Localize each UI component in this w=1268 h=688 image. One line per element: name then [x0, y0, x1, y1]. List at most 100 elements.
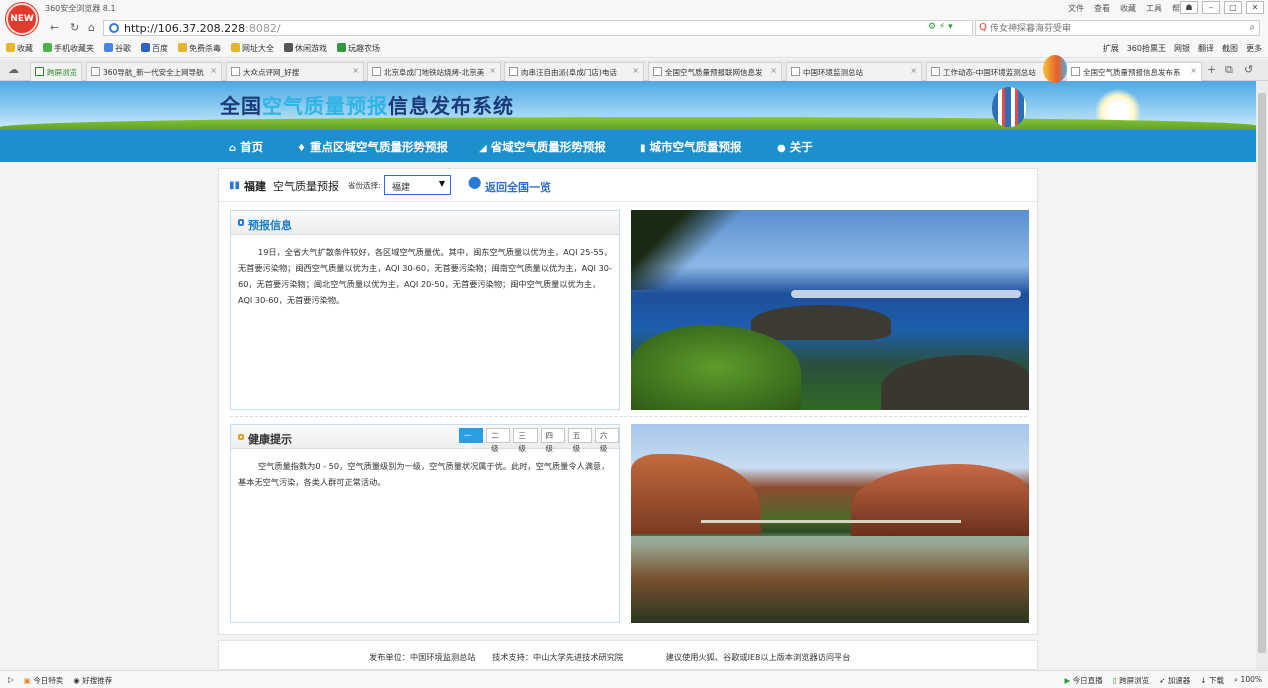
home-icon[interactable]: ⌂ [88, 21, 95, 34]
province-subtitle: 空气质量预报 [273, 180, 339, 193]
tab-close-icon[interactable]: × [210, 66, 217, 75]
map-pin-icon: ⬤ [468, 175, 482, 189]
back-arrow-icon[interactable]: ← [50, 21, 59, 34]
bookmark-mobile[interactable]: 手机收藏夹 [43, 43, 94, 54]
province-select-label: 省份选择: [348, 181, 381, 190]
phone-icon [43, 43, 52, 52]
minimize-icon[interactable]: – [1202, 1, 1220, 14]
sidebar-toggle-icon[interactable]: ▷ [8, 675, 14, 686]
app-title: 360安全浏览器 8.1 [45, 4, 116, 13]
tab-close-icon[interactable]: × [352, 66, 359, 75]
tab-close-icon[interactable]: × [632, 66, 639, 75]
bookmark-baidu[interactable]: 百度 [141, 43, 168, 54]
tab-close-icon[interactable]: × [489, 66, 496, 75]
home-icon: ⌂ [229, 143, 237, 154]
tab-favicon [653, 67, 662, 76]
menu-file[interactable]: 文件 [1068, 3, 1084, 14]
tab-close-icon[interactable]: × [1190, 66, 1197, 75]
security-lightning-icon[interactable]: ⚙ ⚡ ▾ [928, 22, 953, 32]
bookmark-sites[interactable]: 网址大全 [231, 43, 274, 54]
browser-logo[interactable]: NEW [6, 3, 38, 35]
level-tab-3[interactable]: 三级 [513, 428, 538, 453]
tab-list-icon[interactable]: ⧉ [1225, 63, 1233, 77]
tab-favicon [791, 67, 800, 76]
status-zoom[interactable]: ⌕ 100% [1234, 675, 1262, 686]
bar-chart-icon: ▮▮ [229, 180, 241, 191]
bookmark-antivirus[interactable]: 免费杀毒 [178, 43, 221, 54]
rocket-icon: ➶ [1159, 676, 1168, 685]
shield-icon [178, 43, 187, 52]
maximize-icon[interactable]: □ [1224, 1, 1242, 14]
back-to-national-link[interactable]: 返回全国一览 [485, 179, 551, 195]
level-tab-4[interactable]: 四级 [540, 428, 565, 453]
tab-cross-screen[interactable]: 跨屏浏览 [30, 62, 82, 81]
menu-view[interactable]: 查看 [1094, 3, 1110, 14]
status-bar: ▷ ▣ 今日特卖 ◉ 好搜推荐 ▶ 今日直播 ▯ 跨屏浏览 ➶ 加速器 ↓ 下载… [0, 670, 1268, 688]
skin-icon[interactable]: ☗ [1180, 1, 1198, 14]
level-tab-1[interactable]: 一级 [459, 428, 484, 453]
province-select-value: 福建 [392, 183, 411, 193]
scrollbar-thumb[interactable] [1258, 93, 1266, 653]
level-tab-5[interactable]: 五级 [567, 428, 592, 453]
tab-dianping[interactable]: 大众点评网_好搜 × [226, 62, 364, 81]
menu-tools[interactable]: 工具 [1146, 3, 1162, 14]
tool-extensions[interactable]: 扩展 [1103, 43, 1119, 54]
tab-cnemc-news[interactable]: 工作动态-中国环境监测总站× [926, 62, 1062, 81]
nav-provincial[interactable]: ◢ 省域空气质量形势预报 [479, 139, 606, 155]
health-text: 空气质量指数为0 - 50，空气质量级别为一级，空气质量状况属于优。此时，空气质… [238, 461, 610, 487]
close-icon[interactable]: ✕ [1246, 1, 1264, 14]
bookmark-favorites[interactable]: 收藏 [6, 43, 33, 54]
nav-key-regions[interactable]: ♦ 重点区域空气质量形势预报 [297, 139, 448, 155]
status-accelerator[interactable]: ➶ 加速器 [1159, 675, 1190, 686]
url-text[interactable]: http://106.37.208.228:8082/ [124, 22, 281, 35]
status-cross-screen[interactable]: ▯ 跨屏浏览 [1113, 675, 1150, 686]
tool-bank[interactable]: 网银 [1174, 43, 1190, 54]
tab-close-icon[interactable]: × [770, 66, 777, 75]
search-box[interactable]: Q ⌕ [975, 20, 1260, 36]
search-icon[interactable]: ⌕ [1249, 22, 1255, 33]
status-download[interactable]: ↓ 下载 [1200, 675, 1224, 686]
tab-aqi-network[interactable]: 全国空气质量预报联网信息发 × [648, 62, 782, 81]
status-recommend[interactable]: ◉ 好搜推荐 [73, 675, 112, 686]
small-balloon-graphic [1043, 55, 1067, 83]
new-tab-icon[interactable]: + [1207, 63, 1216, 76]
bookmark-farm[interactable]: 玩趣农场 [337, 43, 380, 54]
nav-about[interactable]: ● 关于 [777, 139, 813, 155]
tab-bar: ☁ 跨屏浏览 360导航_新一代安全上网导航 × 大众点评网_好搜 × 北京阜成门地… [0, 60, 1268, 82]
tab-aqi-system[interactable]: 全国空气质量预报信息发布系 × [1066, 62, 1202, 82]
info-icon: ● [777, 143, 786, 154]
section-divider [230, 416, 1027, 417]
tab-cnemc[interactable]: 中国环境监测总站 × [786, 62, 922, 81]
nav-city[interactable]: ▮ 城市空气质量预报 [640, 139, 742, 155]
tab-close-icon[interactable]: × [910, 66, 917, 75]
nav-home[interactable]: ⌂ 首页 [229, 139, 263, 155]
refresh-icon[interactable]: ↻ [70, 21, 79, 34]
tool-ticket[interactable]: 360抢票王 [1127, 43, 1166, 54]
bookmarks-left: 收藏 手机收藏夹 谷歌 百度 免费杀毒 网址大全 休闲游戏 玩趣农场 [6, 43, 380, 54]
page-scrollbar[interactable] [1256, 81, 1268, 670]
tool-translate[interactable]: 翻译 [1198, 43, 1214, 54]
tool-more[interactable]: 更多 [1246, 43, 1262, 54]
status-live[interactable]: ▶ 今日直播 [1064, 675, 1102, 686]
status-deals[interactable]: ▣ 今日特卖 [24, 675, 63, 686]
page: 全国空气质量预报信息发布系统 ⌂ 首页 ♦ 重点区域空气质量形势预报 ◢ 省域空气质量… [0, 81, 1256, 670]
search-input[interactable] [990, 22, 1240, 35]
tab-roujuan[interactable]: 肉串汪自由派(阜成门店)电话 × [504, 62, 644, 81]
menu-favorites[interactable]: 收藏 [1120, 3, 1136, 14]
tab-bbq[interactable]: 北京阜成门地铁站烧烤-北京美 × [367, 62, 501, 81]
url-field[interactable]: http://106.37.208.228:8082/ [103, 20, 973, 36]
tab-favicon [91, 67, 100, 76]
bookmark-games[interactable]: 休闲游戏 [284, 43, 327, 54]
cloud-icon[interactable]: ☁ [8, 63, 19, 76]
tab-360-nav[interactable]: 360导航_新一代安全上网导航 × [86, 62, 222, 81]
level-tab-6[interactable]: 六级 [594, 428, 620, 453]
forecast-panel-header: 预报信息 [231, 211, 619, 235]
bookmark-google[interactable]: 谷歌 [104, 43, 131, 54]
coastline-photo [631, 210, 1029, 410]
province-select[interactable]: 福建 ▼ [384, 175, 451, 195]
level-tab-2[interactable]: 二级 [486, 428, 511, 453]
forecast-panel: 预报信息 19日，全省大气扩散条件较好，各区域空气质量优。其中，闽东空气质量以优… [230, 210, 620, 410]
tool-screenshot[interactable]: 截图 [1222, 43, 1238, 54]
undo-close-icon[interactable]: ↺ [1244, 63, 1253, 76]
title-menu: 文件 查看 收藏 工具 帮助 [1068, 3, 1188, 14]
